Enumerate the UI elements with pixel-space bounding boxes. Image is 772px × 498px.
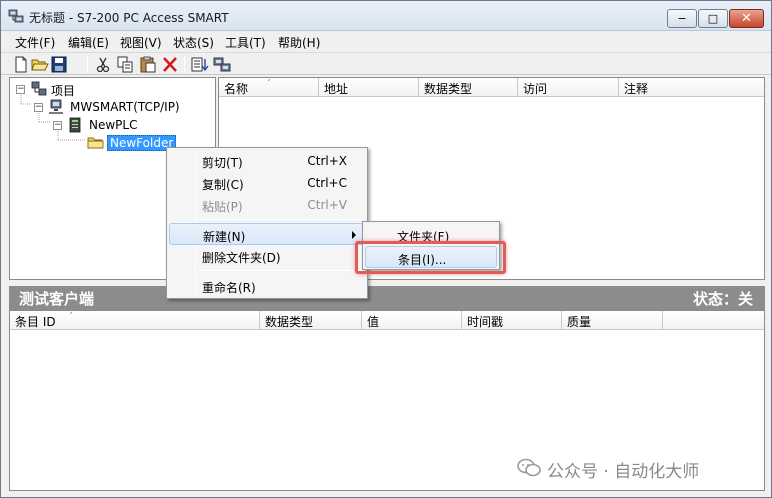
column-header-item-id[interactable]: 条目 ID ˊ — [10, 311, 260, 330]
menu-item-shortcut: Ctrl+X — [307, 154, 347, 168]
menu-item-paste[interactable]: 粘贴(P) Ctrl+V — [169, 194, 365, 216]
column-label-timestamp: 时间戳 — [467, 315, 504, 329]
column-header-name[interactable]: 名称 ˊ — [219, 78, 319, 97]
delete-icon[interactable] — [161, 56, 179, 73]
menu-item-label: 剪切(T) — [202, 156, 243, 170]
column-label-value: 值 — [367, 315, 380, 329]
column-header-value[interactable]: 值 — [362, 311, 462, 330]
open-folder-icon[interactable] — [31, 56, 49, 73]
column-label-address: 地址 — [324, 82, 349, 96]
menu-separator — [198, 270, 364, 271]
monitor-icon[interactable] — [213, 56, 231, 73]
column-header-access[interactable]: 访问 — [518, 78, 619, 97]
menu-item-label: 删除文件夹(D) — [202, 251, 281, 265]
minimize-button[interactable]: − — [667, 9, 697, 28]
tree-label-plc: NewPLC — [89, 118, 138, 132]
plc-icon — [69, 117, 81, 133]
column-label-data-type: 数据类型 — [424, 82, 473, 96]
add-item-icon[interactable] — [191, 56, 209, 73]
maximize-icon: □ — [707, 12, 719, 25]
tree-label-project: 项目 — [51, 84, 76, 98]
tree-label-connection: MWSMART(TCP/IP) — [70, 100, 180, 114]
sort-indicator-icon: ˊ — [266, 79, 271, 90]
collapse-icon[interactable]: − — [34, 103, 43, 112]
wechat-icon — [517, 458, 541, 477]
close-button[interactable]: ✕ — [729, 9, 764, 28]
menu-edit[interactable]: 编辑(E) — [68, 34, 109, 51]
window-title: 无标题 - S7-200 PC Access SMART — [29, 11, 229, 25]
tree-node-connection[interactable]: − MWSMART(TCP/IP) — [32, 99, 212, 116]
column-header-empty — [663, 311, 764, 330]
title-bar: 无标题 - S7-200 PC Access SMART − □ ✕ — [1, 1, 771, 31]
toolbar-separator — [87, 56, 88, 73]
menu-item-label: 新建(N) — [203, 230, 246, 244]
menu-item-copy[interactable]: 复制(C) Ctrl+C — [169, 172, 365, 194]
toolbar — [1, 52, 771, 75]
cut-icon[interactable] — [94, 56, 112, 73]
column-header-address[interactable]: 地址 — [319, 78, 419, 97]
toolbar-separator — [184, 56, 185, 73]
menu-item-new[interactable]: 新建(N) — [169, 223, 365, 245]
app-network-icon — [8, 9, 24, 23]
test-client-status: 状态：关 — [692, 290, 753, 308]
project-icon — [31, 81, 47, 96]
connection-icon — [49, 99, 63, 114]
menu-status[interactable]: 状态(S) — [173, 34, 214, 51]
sort-indicator-icon: ˊ — [68, 312, 73, 323]
maximize-button[interactable]: □ — [698, 9, 728, 28]
menu-view[interactable]: 视图(V) — [120, 34, 162, 51]
column-header-data-type[interactable]: 数据类型 — [419, 78, 518, 97]
save-icon[interactable] — [50, 56, 68, 73]
menu-help[interactable]: 帮助(H) — [278, 34, 320, 51]
menu-tools[interactable]: 工具(T) — [225, 34, 266, 51]
column-header-timestamp[interactable]: 时间戳 — [462, 311, 562, 330]
column-label-quality: 质量 — [567, 315, 592, 329]
column-label-item-id: 条目 ID — [15, 315, 56, 329]
column-label-comment: 注释 — [624, 82, 649, 96]
menu-item-delete-folder[interactable]: 删除文件夹(D) — [169, 245, 365, 267]
column-label-access: 访问 — [523, 82, 548, 96]
menu-item-shortcut: Ctrl+C — [307, 176, 347, 190]
test-client-header: 测试客户端 状态：关 — [9, 286, 765, 310]
column-label-client-data-type: 数据类型 — [265, 315, 314, 329]
paste-icon[interactable] — [139, 56, 157, 73]
collapse-icon[interactable]: − — [53, 121, 62, 130]
folder-icon — [87, 137, 104, 149]
menu-separator — [198, 219, 364, 220]
minimize-icon: − — [677, 12, 687, 25]
collapse-icon[interactable]: − — [16, 85, 25, 94]
context-menu: 剪切(T) Ctrl+X 复制(C) Ctrl+C 粘贴(P) Ctrl+V 新… — [166, 147, 368, 299]
submenu-arrow-icon — [352, 231, 356, 239]
menu-item-shortcut: Ctrl+V — [307, 198, 347, 212]
menu-item-cut[interactable]: 剪切(T) Ctrl+X — [169, 150, 365, 172]
close-icon: ✕ — [741, 11, 752, 26]
column-header-quality[interactable]: 质量 — [562, 311, 663, 330]
annotation-highlight-box — [355, 241, 506, 274]
menu-item-rename[interactable]: 重命名(R) — [169, 275, 365, 297]
menu-bar: 文件(F) 编辑(E) 视图(V) 状态(S) 工具(T) 帮助(H) — [1, 31, 771, 51]
test-client-title: 测试客户端 — [19, 290, 95, 308]
column-header-comment[interactable]: 注释 — [619, 78, 764, 97]
menu-item-label: 重命名(R) — [202, 281, 256, 295]
watermark-text: 公众号 · 自动化大师 — [547, 462, 700, 482]
new-file-icon[interactable] — [12, 56, 30, 73]
copy-icon[interactable] — [116, 56, 134, 73]
tree-node-project[interactable]: − 项目 — [14, 81, 134, 98]
column-label-name: 名称 — [224, 82, 249, 96]
tree-node-plc[interactable]: − NewPLC — [51, 117, 171, 134]
menu-item-label: 复制(C) — [202, 178, 244, 192]
app-window: 无标题 - S7-200 PC Access SMART − □ ✕ 文件(F)… — [0, 0, 772, 498]
column-header-client-data-type[interactable]: 数据类型 — [260, 311, 362, 330]
menu-item-label: 粘贴(P) — [202, 200, 243, 214]
menu-file[interactable]: 文件(F) — [15, 34, 55, 51]
